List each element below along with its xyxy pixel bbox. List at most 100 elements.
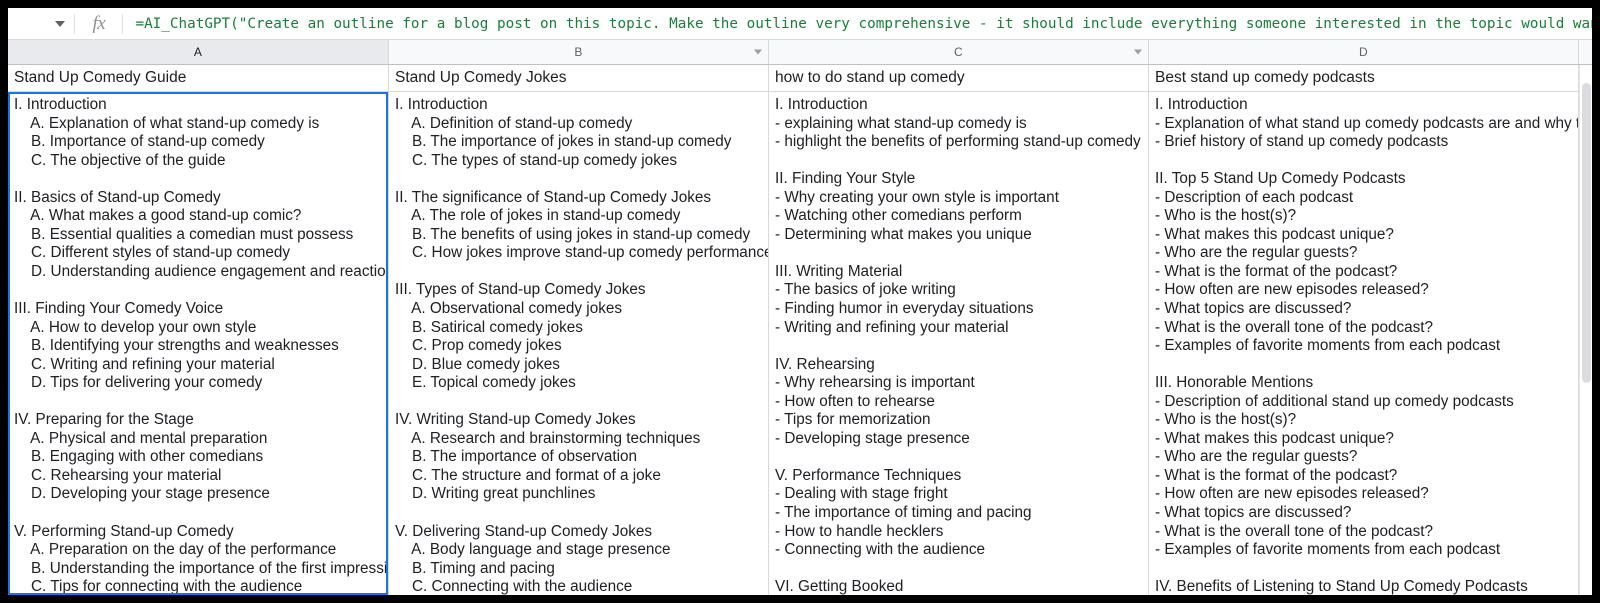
- outline-line: - Who are the regular guests?: [1155, 244, 1358, 262]
- cell-a1[interactable]: Stand Up Comedy Guide: [8, 65, 388, 92]
- outline-line: II. Top 5 Stand Up Comedy Podcasts: [1155, 170, 1406, 188]
- outline-line: - Connecting with the audience: [775, 541, 986, 559]
- outline-line: B. The importance of jokes in stand-up c…: [395, 133, 732, 151]
- outline-line: [775, 152, 1148, 171]
- outline-line: III. Types of Stand-up Comedy Jokes: [395, 281, 646, 299]
- outline-line: IV. Preparing for the Stage: [14, 411, 194, 429]
- outline-line: - Tips for memorization: [775, 411, 931, 429]
- outline-line: C. The types of stand-up comedy jokes: [395, 151, 677, 169]
- outline-line: C. How jokes improve stand-up comedy per…: [395, 244, 768, 262]
- outline-line: [1155, 356, 1578, 375]
- column-header-d[interactable]: D: [1149, 40, 1579, 64]
- cell-a2[interactable]: I. Introduction A. Explanation of what s…: [8, 93, 388, 595]
- outline-line: - What is the overall tone of the podcas…: [1155, 318, 1434, 336]
- outline-line: D. Tips for delivering your comedy: [14, 374, 263, 392]
- cell-b2[interactable]: I. Introduction A. Definition of stand-u…: [389, 93, 768, 595]
- window-frame-top: [0, 0, 1600, 8]
- cell-d2[interactable]: I. Introduction - Explanation of what sta…: [1149, 93, 1578, 595]
- outline-line: D. Writing great punchlines: [395, 485, 596, 503]
- outline-line: C. Writing and refining your material: [14, 355, 275, 373]
- outline-line: - Developing stage presence: [775, 429, 970, 447]
- vertical-scrollbar-thumb[interactable]: [1582, 83, 1591, 383]
- outline-line: - What is the format of the podcast?: [1155, 466, 1398, 484]
- outline-line: A. Research and brainstorming techniques: [395, 429, 701, 447]
- vertical-scrollbar[interactable]: [1579, 65, 1592, 595]
- outline-line: [775, 337, 1148, 356]
- name-box[interactable]: [8, 8, 74, 39]
- outline-line: A. Explanation of what stand-up comedy i…: [14, 114, 320, 132]
- formula-text: =AI_ChatGPT("Create an outline for a blo…: [135, 15, 1592, 32]
- outline-line: II. The significance of Stand-up Comedy …: [395, 188, 712, 206]
- outline-line: A. The role of jokes in stand-up comedy: [395, 207, 681, 225]
- outline-line: E. Topical comedy jokes: [395, 374, 576, 392]
- outline-line: - How to handle hecklers: [775, 522, 944, 540]
- column-b: Stand Up Comedy Jokes I. Introduction A.…: [389, 65, 769, 595]
- column-d: Best stand up comedy podcasts I. Introdu…: [1149, 65, 1579, 595]
- outline-line: - Explanation of what stand up comedy po…: [1155, 114, 1578, 132]
- outline-line: A. Physical and mental preparation: [14, 429, 268, 447]
- outline-line: B. Timing and pacing: [395, 559, 555, 577]
- header-corner: [1579, 40, 1592, 65]
- outline-line: [775, 448, 1148, 467]
- grid-body: Stand Up Comedy Guide I. Introduction A.…: [8, 65, 1592, 595]
- formula-bar: fx =AI_ChatGPT("Create an outline for a …: [8, 8, 1592, 40]
- outline-line: C. Tips for connecting with the audience: [14, 578, 303, 595]
- filter-icon-b[interactable]: [751, 46, 764, 59]
- outline-line: [14, 504, 388, 523]
- outline-line: - Watching other comedians perform: [775, 207, 1022, 225]
- formula-input[interactable]: =AI_ChatGPT("Create an outline for a blo…: [123, 8, 1592, 39]
- cell-c1[interactable]: how to do stand up comedy: [769, 65, 1148, 92]
- outline-line: III. Honorable Mentions: [1155, 374, 1314, 392]
- filter-icon-c[interactable]: [1131, 46, 1144, 59]
- outline-line: - Examples of favorite moments from each…: [1155, 337, 1501, 355]
- outline-line: III. Finding Your Comedy Voice: [14, 300, 224, 318]
- outline-line: B. Satirical comedy jokes: [395, 318, 583, 336]
- outline-line: IV. Writing Stand-up Comedy Jokes: [395, 411, 636, 429]
- fx-label: fx: [92, 12, 106, 34]
- outline-line: A. Body language and stage presence: [395, 541, 671, 559]
- outline-line: - Determining what makes you unique: [775, 225, 1032, 243]
- spreadsheet-window: fx =AI_ChatGPT("Create an outline for a …: [0, 0, 1600, 603]
- outline-line: - What topics are discussed?: [1155, 300, 1352, 318]
- outline-line: - Description of additional stand up com…: [1155, 392, 1514, 410]
- outline-line: [395, 170, 768, 189]
- outline-line: - The basics of joke writing: [775, 281, 956, 299]
- outline-line: - What is the overall tone of the podcas…: [1155, 522, 1434, 540]
- outline-line: C. Rehearsing your material: [14, 466, 222, 484]
- column-header-c[interactable]: C: [769, 40, 1149, 64]
- outline-line: C. The structure and format of a joke: [395, 466, 661, 484]
- outline-line: A. Preparation on the day of the perform…: [14, 541, 337, 559]
- outline-line: - Why creating your own style is importa…: [775, 188, 1059, 206]
- column-header-a[interactable]: A: [8, 40, 389, 64]
- column-header-b[interactable]: B: [389, 40, 769, 64]
- outline-line: - What is the format of the podcast?: [1155, 262, 1398, 280]
- outline-line: D. Developing your stage presence: [14, 485, 270, 503]
- outline-line: B. The benefits of using jokes in stand-…: [395, 225, 751, 243]
- column-header-a-label: A: [193, 45, 203, 59]
- column-header-c-label: C: [954, 45, 963, 59]
- cell-d1[interactable]: Best stand up comedy podcasts: [1149, 65, 1578, 92]
- function-icon[interactable]: fx: [75, 8, 122, 39]
- outline-line: B. Importance of stand-up comedy: [14, 133, 265, 151]
- cell-c2[interactable]: I. Introduction - explaining what stand-u…: [769, 93, 1148, 595]
- outline-line: - explaining what stand-up comedy is: [775, 114, 1027, 132]
- chevron-down-icon[interactable]: [55, 20, 66, 27]
- outline-line: [775, 244, 1148, 263]
- outline-line: - Who are the regular guests?: [1155, 448, 1358, 466]
- outline-line: A. Observational comedy jokes: [395, 300, 623, 318]
- outline-line: - Writing and refining your material: [775, 318, 1009, 336]
- cell-b1[interactable]: Stand Up Comedy Jokes: [389, 65, 768, 92]
- outline-line: - Examples of favorite moments from each…: [1155, 541, 1501, 559]
- outline-line: C. Connecting with the audience: [395, 578, 633, 595]
- column-header-d-label: D: [1359, 45, 1368, 59]
- outline-line: B. Identifying your strengths and weakne…: [14, 337, 339, 355]
- column-header-b-label: B: [574, 45, 583, 59]
- outline-line: [1155, 152, 1578, 171]
- column-c: how to do stand up comedy I. Introductio…: [769, 65, 1149, 595]
- outline-line: [395, 393, 768, 412]
- outline-line: V. Performing Stand-up Comedy: [14, 522, 234, 540]
- outline-line: C. Prop comedy jokes: [395, 337, 562, 355]
- outline-line: - What topics are discussed?: [1155, 504, 1352, 522]
- outline-line: - highlight the benefits of performing s…: [775, 133, 1141, 151]
- window-frame-left: [0, 0, 8, 603]
